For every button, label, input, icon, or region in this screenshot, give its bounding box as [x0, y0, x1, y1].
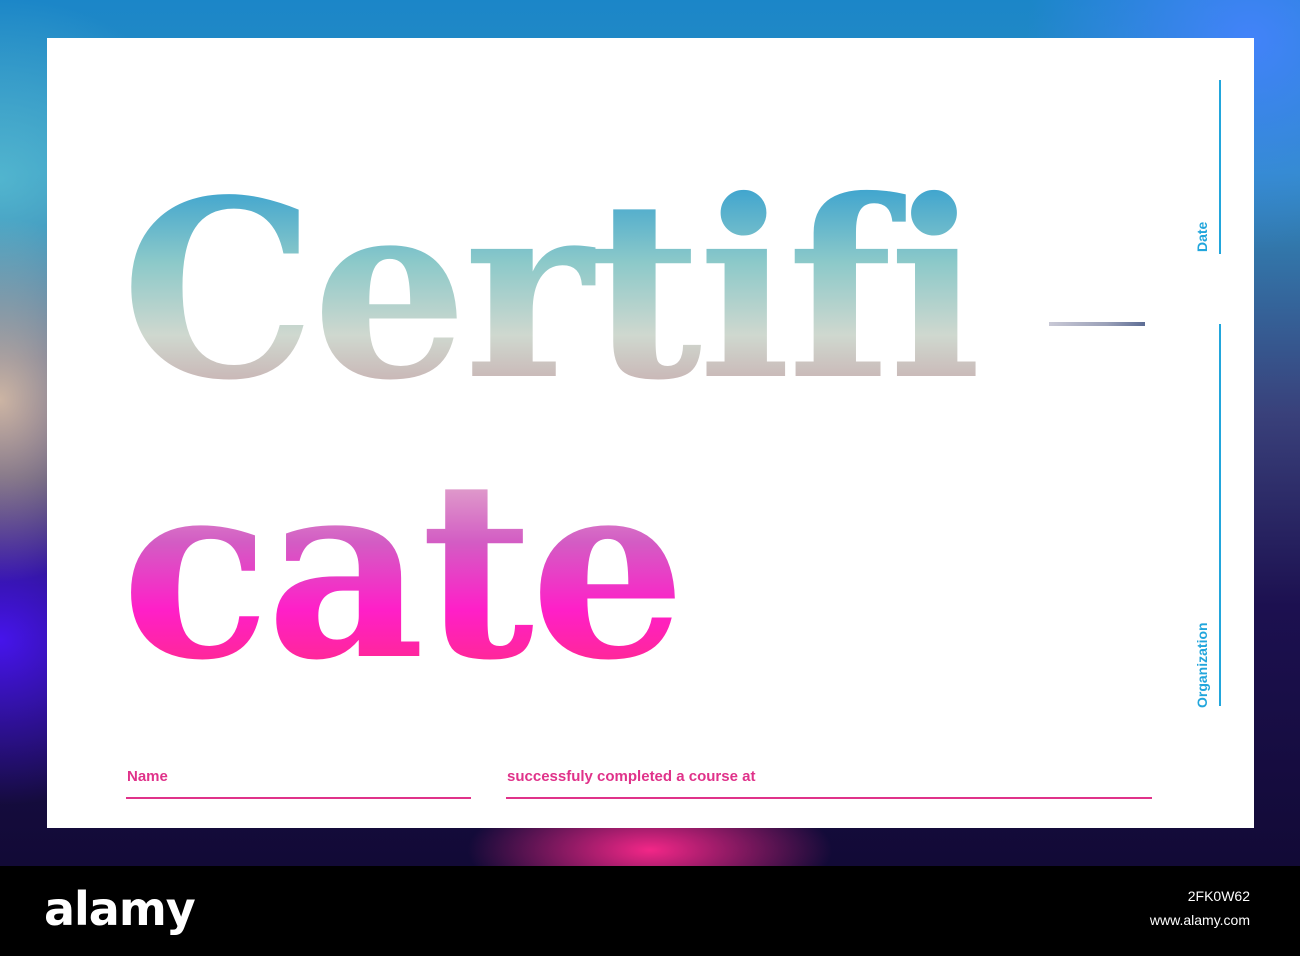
certificate-sheet: Certifi cate Date Organization Name succ… — [47, 38, 1254, 828]
date-signature-line — [1219, 80, 1221, 254]
alamy-logo: alamy — [44, 882, 196, 936]
certificate-title-line1: Certifi — [121, 168, 982, 438]
date-label: Date — [1194, 221, 1210, 252]
image-id: 2FK0W62 — [1187, 888, 1250, 904]
watermark-bar — [0, 866, 1300, 956]
organization-label: Organization — [1194, 622, 1210, 708]
name-signature-line — [126, 797, 471, 799]
course-label: successfuly completed a course at — [507, 768, 756, 785]
name-label: Name — [127, 768, 168, 785]
title-hyphen — [1049, 322, 1145, 326]
certificate-title-line2: cate — [121, 448, 686, 718]
course-signature-line — [506, 797, 1152, 799]
organization-signature-line — [1219, 324, 1221, 706]
site-url: www.alamy.com — [1149, 912, 1250, 928]
